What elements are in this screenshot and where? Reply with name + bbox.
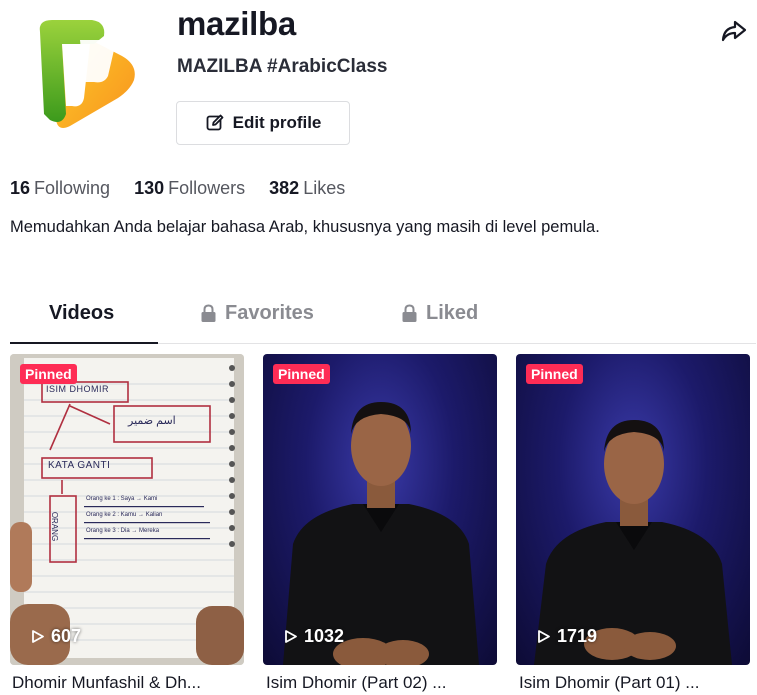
video-caption[interactable]: Dhomir Munfashil & Dh... <box>12 672 248 694</box>
tab-favorites[interactable]: Favorites <box>200 302 314 325</box>
mazilba-logo <box>39 20 135 128</box>
share-icon[interactable] <box>719 16 749 46</box>
video-caption[interactable]: Isim Dhomir (Part 01) ... <box>519 672 755 694</box>
video-card[interactable]: Pinned 1032 <box>263 354 497 665</box>
note-orang: ORANG <box>50 511 60 542</box>
followers-stat[interactable]: 130 Followers <box>134 176 245 200</box>
note-line-2: Orang ke 2 : Kamu → Kalian <box>86 512 163 518</box>
tab-favorites-label: Favorites <box>225 302 314 324</box>
view-count-value: 1032 <box>304 626 345 646</box>
tab-liked[interactable]: Liked <box>401 302 478 325</box>
edit-profile-button[interactable]: Edit profile <box>176 101 350 145</box>
view-count-value: 607 <box>51 626 82 646</box>
play-icon <box>285 630 297 643</box>
profile-stats: 16 Following 130 Followers 382 Likes <box>10 176 345 200</box>
following-count: 16 <box>10 178 31 198</box>
likes-label: Likes <box>303 178 346 198</box>
pinned-badge: Pinned <box>526 364 583 384</box>
active-tab-indicator <box>10 342 158 344</box>
video-caption[interactable]: Isim Dhomir (Part 02) ... <box>266 672 502 694</box>
view-count: 1032 <box>283 626 344 647</box>
followers-label: Followers <box>168 178 246 198</box>
note-kata: KATA GANTI <box>48 460 111 471</box>
view-count-value: 1719 <box>557 626 598 646</box>
lock-icon <box>402 304 417 322</box>
video-thumbnail <box>534 420 732 665</box>
following-label: Following <box>34 178 111 198</box>
nickname: MAZILBA #ArabicClass <box>177 56 388 77</box>
view-count: 607 <box>30 626 81 647</box>
note-line-3: Orang ke 3 : Dia → Mereka <box>86 528 160 534</box>
note-heading: ISIM DHOMIR <box>46 384 109 394</box>
profile-bio: Memudahkan Anda belajar bahasa Arab, khu… <box>10 218 600 236</box>
edit-profile-label: Edit profile <box>232 113 322 132</box>
video-thumbnail <box>10 354 244 665</box>
pinned-badge: Pinned <box>273 364 330 384</box>
edit-icon <box>206 114 224 131</box>
video-card[interactable]: Pinned 1719 <box>516 354 750 665</box>
tab-liked-label: Liked <box>426 302 479 324</box>
note-arabic: اسم ضمير <box>128 415 176 427</box>
tab-videos[interactable]: Videos <box>49 302 114 325</box>
play-icon <box>538 630 550 643</box>
profile-tabs: Videos Favorites Liked <box>10 298 756 344</box>
likes-stat: 382 Likes <box>269 176 345 200</box>
view-count: 1719 <box>536 626 597 647</box>
play-icon <box>32 630 44 643</box>
note-line-1: Orang ke 1 : Saya → Kami <box>86 496 158 502</box>
tab-videos-label: Videos <box>49 302 115 324</box>
avatar[interactable] <box>22 10 150 138</box>
likes-count: 382 <box>269 178 300 198</box>
video-thumbnail <box>283 402 479 665</box>
following-stat[interactable]: 16 Following <box>10 176 110 200</box>
pinned-badge: Pinned <box>20 364 77 384</box>
video-card[interactable]: ISIM DHOMIR اسم ضمير KATA GANTI ORANG Or… <box>10 354 244 665</box>
username: mazilba <box>177 5 296 42</box>
lock-icon <box>201 304 216 322</box>
followers-count: 130 <box>134 178 165 198</box>
